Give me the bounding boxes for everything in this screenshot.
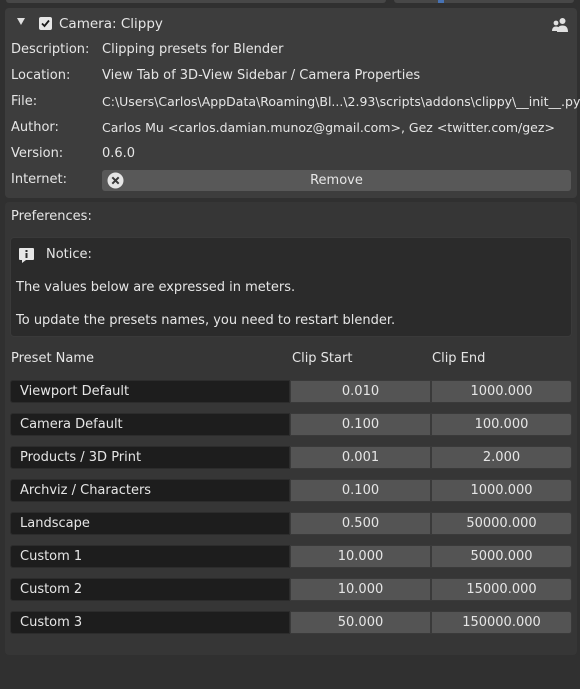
preset-name-field[interactable]: Products / 3D Print: [10, 446, 290, 469]
clip-end-value: 100.000: [474, 417, 529, 432]
user-icon: [552, 18, 568, 32]
clip-start-field[interactable]: 10.000: [290, 578, 431, 601]
preset-row: Camera Default 0.100 100.000: [10, 413, 572, 436]
info-icon: [19, 248, 34, 263]
remove-button[interactable]: Remove: [102, 170, 571, 191]
author-label: Author:: [11, 120, 59, 135]
clip-end-field[interactable]: 100.000: [431, 413, 572, 436]
preset-row: Products / 3D Print 0.001 2.000: [10, 446, 572, 469]
clip-end-field[interactable]: 50000.000: [431, 512, 572, 535]
addon-panel: Camera: Clippy Description: Clipping pre…: [5, 8, 580, 198]
preset-name: Custom 2: [20, 582, 83, 597]
clip-start-value: 50.000: [337, 615, 384, 630]
preset-name-field[interactable]: Archviz / Characters: [10, 479, 290, 502]
preset-row: Viewport Default 0.010 1000.000: [10, 380, 572, 403]
notice-text-units: The values below are expressed in meters…: [16, 280, 296, 295]
version-label: Version:: [11, 146, 64, 161]
description-label: Description:: [11, 42, 90, 57]
clip-start-field[interactable]: 50.000: [290, 611, 431, 634]
clip-start-value: 0.010: [341, 384, 380, 399]
clip-end-field[interactable]: 1000.000: [431, 479, 572, 502]
accent-mark: [438, 0, 444, 3]
clip-start-field[interactable]: 0.100: [290, 413, 431, 436]
clip-start-value: 10.000: [337, 549, 384, 564]
previous-button-edge[interactable]: [394, 0, 574, 3]
file-label: File:: [11, 94, 38, 109]
clip-start-field[interactable]: 10.000: [290, 545, 431, 568]
collapse-arrow-icon[interactable]: [17, 18, 25, 25]
preset-name: Camera Default: [20, 417, 123, 432]
addon-enabled-checkbox[interactable]: [39, 17, 52, 30]
notice-box: Notice: The values below are expressed i…: [10, 237, 572, 337]
clip-start-value: 0.100: [341, 417, 380, 432]
notice-title: Notice:: [46, 247, 92, 262]
preset-name: Custom 3: [20, 615, 83, 630]
clip-start-value: 10.000: [337, 582, 384, 597]
preset-row: Custom 2 10.000 15000.000: [10, 578, 572, 601]
checkmark-icon: [41, 19, 50, 28]
preset-name: Landscape: [20, 516, 90, 531]
clip-start-value: 0.001: [341, 450, 380, 465]
clip-end-value: 150000.000: [462, 615, 541, 630]
clip-end-field[interactable]: 5000.000: [431, 545, 572, 568]
preferences-panel: Preferences: Notice: The values below ar…: [5, 202, 577, 655]
location-value: View Tab of 3D-View Sidebar / Camera Pro…: [102, 68, 421, 83]
clip-end-value: 2.000: [482, 450, 521, 465]
description-value: Clipping presets for Blender: [102, 42, 284, 57]
clip-end-field[interactable]: 1000.000: [431, 380, 572, 403]
notice-text-restart: To update the presets names, you need to…: [16, 313, 396, 328]
clip-start-value: 0.500: [341, 516, 380, 531]
clip-end-field[interactable]: 2.000: [431, 446, 572, 469]
version-value: 0.6.0: [102, 146, 136, 161]
location-label: Location:: [11, 68, 71, 83]
internet-label: Internet:: [11, 172, 67, 187]
remove-button-label: Remove: [310, 173, 363, 188]
column-header-name: Preset Name: [11, 351, 95, 366]
addon-title: Camera: Clippy: [59, 16, 163, 32]
preset-row: Landscape 0.500 50000.000: [10, 512, 572, 535]
clip-start-value: 0.100: [341, 483, 380, 498]
clip-start-field[interactable]: 0.001: [290, 446, 431, 469]
preset-name-field[interactable]: Custom 3: [10, 611, 290, 634]
preset-row: Custom 3 50.000 150000.000: [10, 611, 572, 634]
preset-name-field[interactable]: Custom 2: [10, 578, 290, 601]
clip-end-value: 50000.000: [466, 516, 537, 531]
preset-name: Archviz / Characters: [20, 483, 152, 498]
clip-start-field[interactable]: 0.100: [290, 479, 431, 502]
preset-name-field[interactable]: Camera Default: [10, 413, 290, 436]
author-value: Carlos Mu <carlos.damian.munoz@gmail.com…: [102, 120, 555, 135]
previous-panel-edge: [6, 0, 386, 3]
preferences-title: Preferences:: [11, 209, 92, 224]
clip-start-field[interactable]: 0.500: [290, 512, 431, 535]
column-header-clip-start: Clip Start: [292, 351, 353, 366]
preset-row: Custom 1 10.000 5000.000: [10, 545, 572, 568]
clip-start-field[interactable]: 0.010: [290, 380, 431, 403]
preset-name-field[interactable]: Custom 1: [10, 545, 290, 568]
clip-end-value: 1000.000: [470, 384, 533, 399]
preset-name-field[interactable]: Viewport Default: [10, 380, 290, 403]
clip-end-value: 1000.000: [470, 483, 533, 498]
clip-end-field[interactable]: 15000.000: [431, 578, 572, 601]
column-header-clip-end: Clip End: [432, 351, 486, 366]
clip-end-value: 15000.000: [466, 582, 537, 597]
preset-name: Viewport Default: [20, 384, 130, 399]
preset-name: Custom 1: [20, 549, 83, 564]
file-value: C:\Users\Carlos\AppData\Roaming\Bl...\2.…: [102, 94, 580, 109]
preset-name: Products / 3D Print: [20, 450, 142, 465]
clip-end-value: 5000.000: [470, 549, 533, 564]
preset-row: Archviz / Characters 0.100 1000.000: [10, 479, 572, 502]
preset-name-field[interactable]: Landscape: [10, 512, 290, 535]
clip-end-field[interactable]: 150000.000: [431, 611, 572, 634]
addon-header[interactable]: Camera: Clippy: [5, 8, 577, 38]
